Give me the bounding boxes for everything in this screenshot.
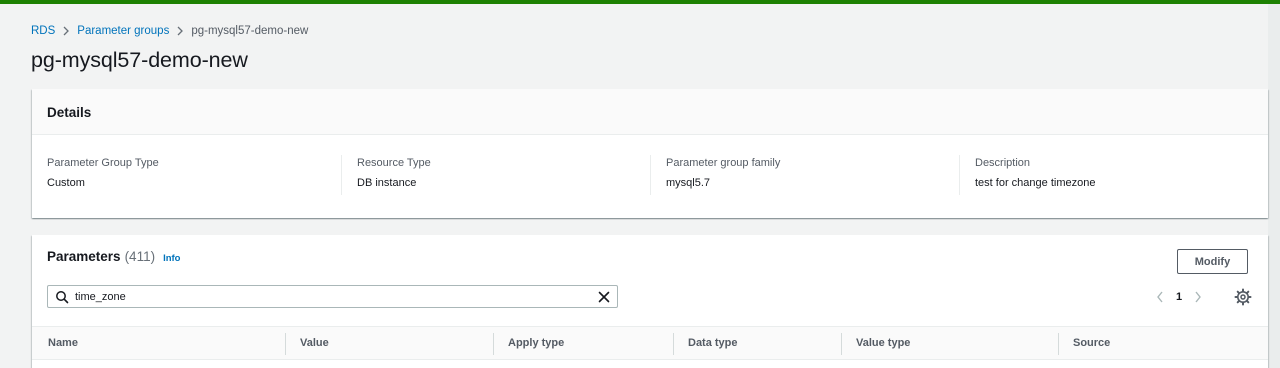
pagination: 1 [1150,287,1208,307]
search-input[interactable] [75,288,575,305]
page-scroll-edge [1268,4,1280,368]
column-divider [841,333,842,355]
parameters-header: Parameters (411) Info [47,249,181,264]
detail-value: test for change timezone [975,177,1096,189]
close-icon[interactable] [597,290,611,304]
column-header-value[interactable]: Value [300,327,329,359]
column-divider [650,155,651,195]
parameters-count: (411) [124,249,156,264]
column-divider [493,333,494,355]
detail-label: Description [975,157,1031,169]
modify-button[interactable]: Modify [1177,249,1248,274]
breadcrumb-current: pg-mysql57-demo-new [191,25,309,37]
parameters-title: Parameters [47,249,121,264]
top-accent-bar [0,0,1280,4]
breadcrumb-rds-link[interactable]: RDS [31,25,55,37]
page-title: pg-mysql57-demo-new [31,48,248,72]
breadcrumb: RDS Parameter groups pg-mysql57-demo-new [31,23,308,39]
detail-label: Parameter group family [666,157,781,169]
detail-value: mysql5.7 [666,177,711,189]
detail-value: Custom [47,177,85,189]
column-divider [959,155,960,195]
search-icon [55,290,69,304]
table-header: Name Value Apply type Data type Value ty… [32,326,1268,360]
column-divider [285,333,286,355]
breadcrumb-parameter-groups-link[interactable]: Parameter groups [77,25,169,37]
details-panel: Details Parameter Group Type Custom Reso… [32,89,1268,218]
column-divider [341,155,342,195]
column-header-value-type[interactable]: Value type [856,327,910,359]
details-title: Details [47,105,92,120]
chevron-right-icon [169,23,191,39]
column-header-source[interactable]: Source [1073,327,1110,359]
column-header-data-type[interactable]: Data type [688,327,738,359]
detail-resource-type: Resource Type DB instance [357,155,431,195]
details-panel-header: Details [32,89,1268,135]
chevron-right-icon[interactable] [1188,287,1208,307]
detail-description: Description test for change timezone [975,155,1095,195]
chevron-right-icon [55,23,77,39]
info-link[interactable]: Info [163,253,180,264]
gear-icon[interactable] [1234,288,1252,306]
column-divider [1058,333,1059,355]
column-divider [673,333,674,355]
detail-value: DB instance [357,177,417,189]
search-field [47,285,618,308]
parameters-panel: Parameters (411) Info Modify 1 [32,235,1268,368]
column-header-apply-type[interactable]: Apply type [508,327,564,359]
detail-parameter-group-family: Parameter group family mysql5.7 [666,155,780,195]
column-header-name[interactable]: Name [48,327,78,359]
current-page[interactable]: 1 [1170,291,1188,303]
chevron-left-icon[interactable] [1150,287,1170,307]
detail-label: Parameter Group Type [47,157,159,169]
detail-parameter-group-type: Parameter Group Type Custom [47,155,159,195]
detail-label: Resource Type [357,157,431,169]
